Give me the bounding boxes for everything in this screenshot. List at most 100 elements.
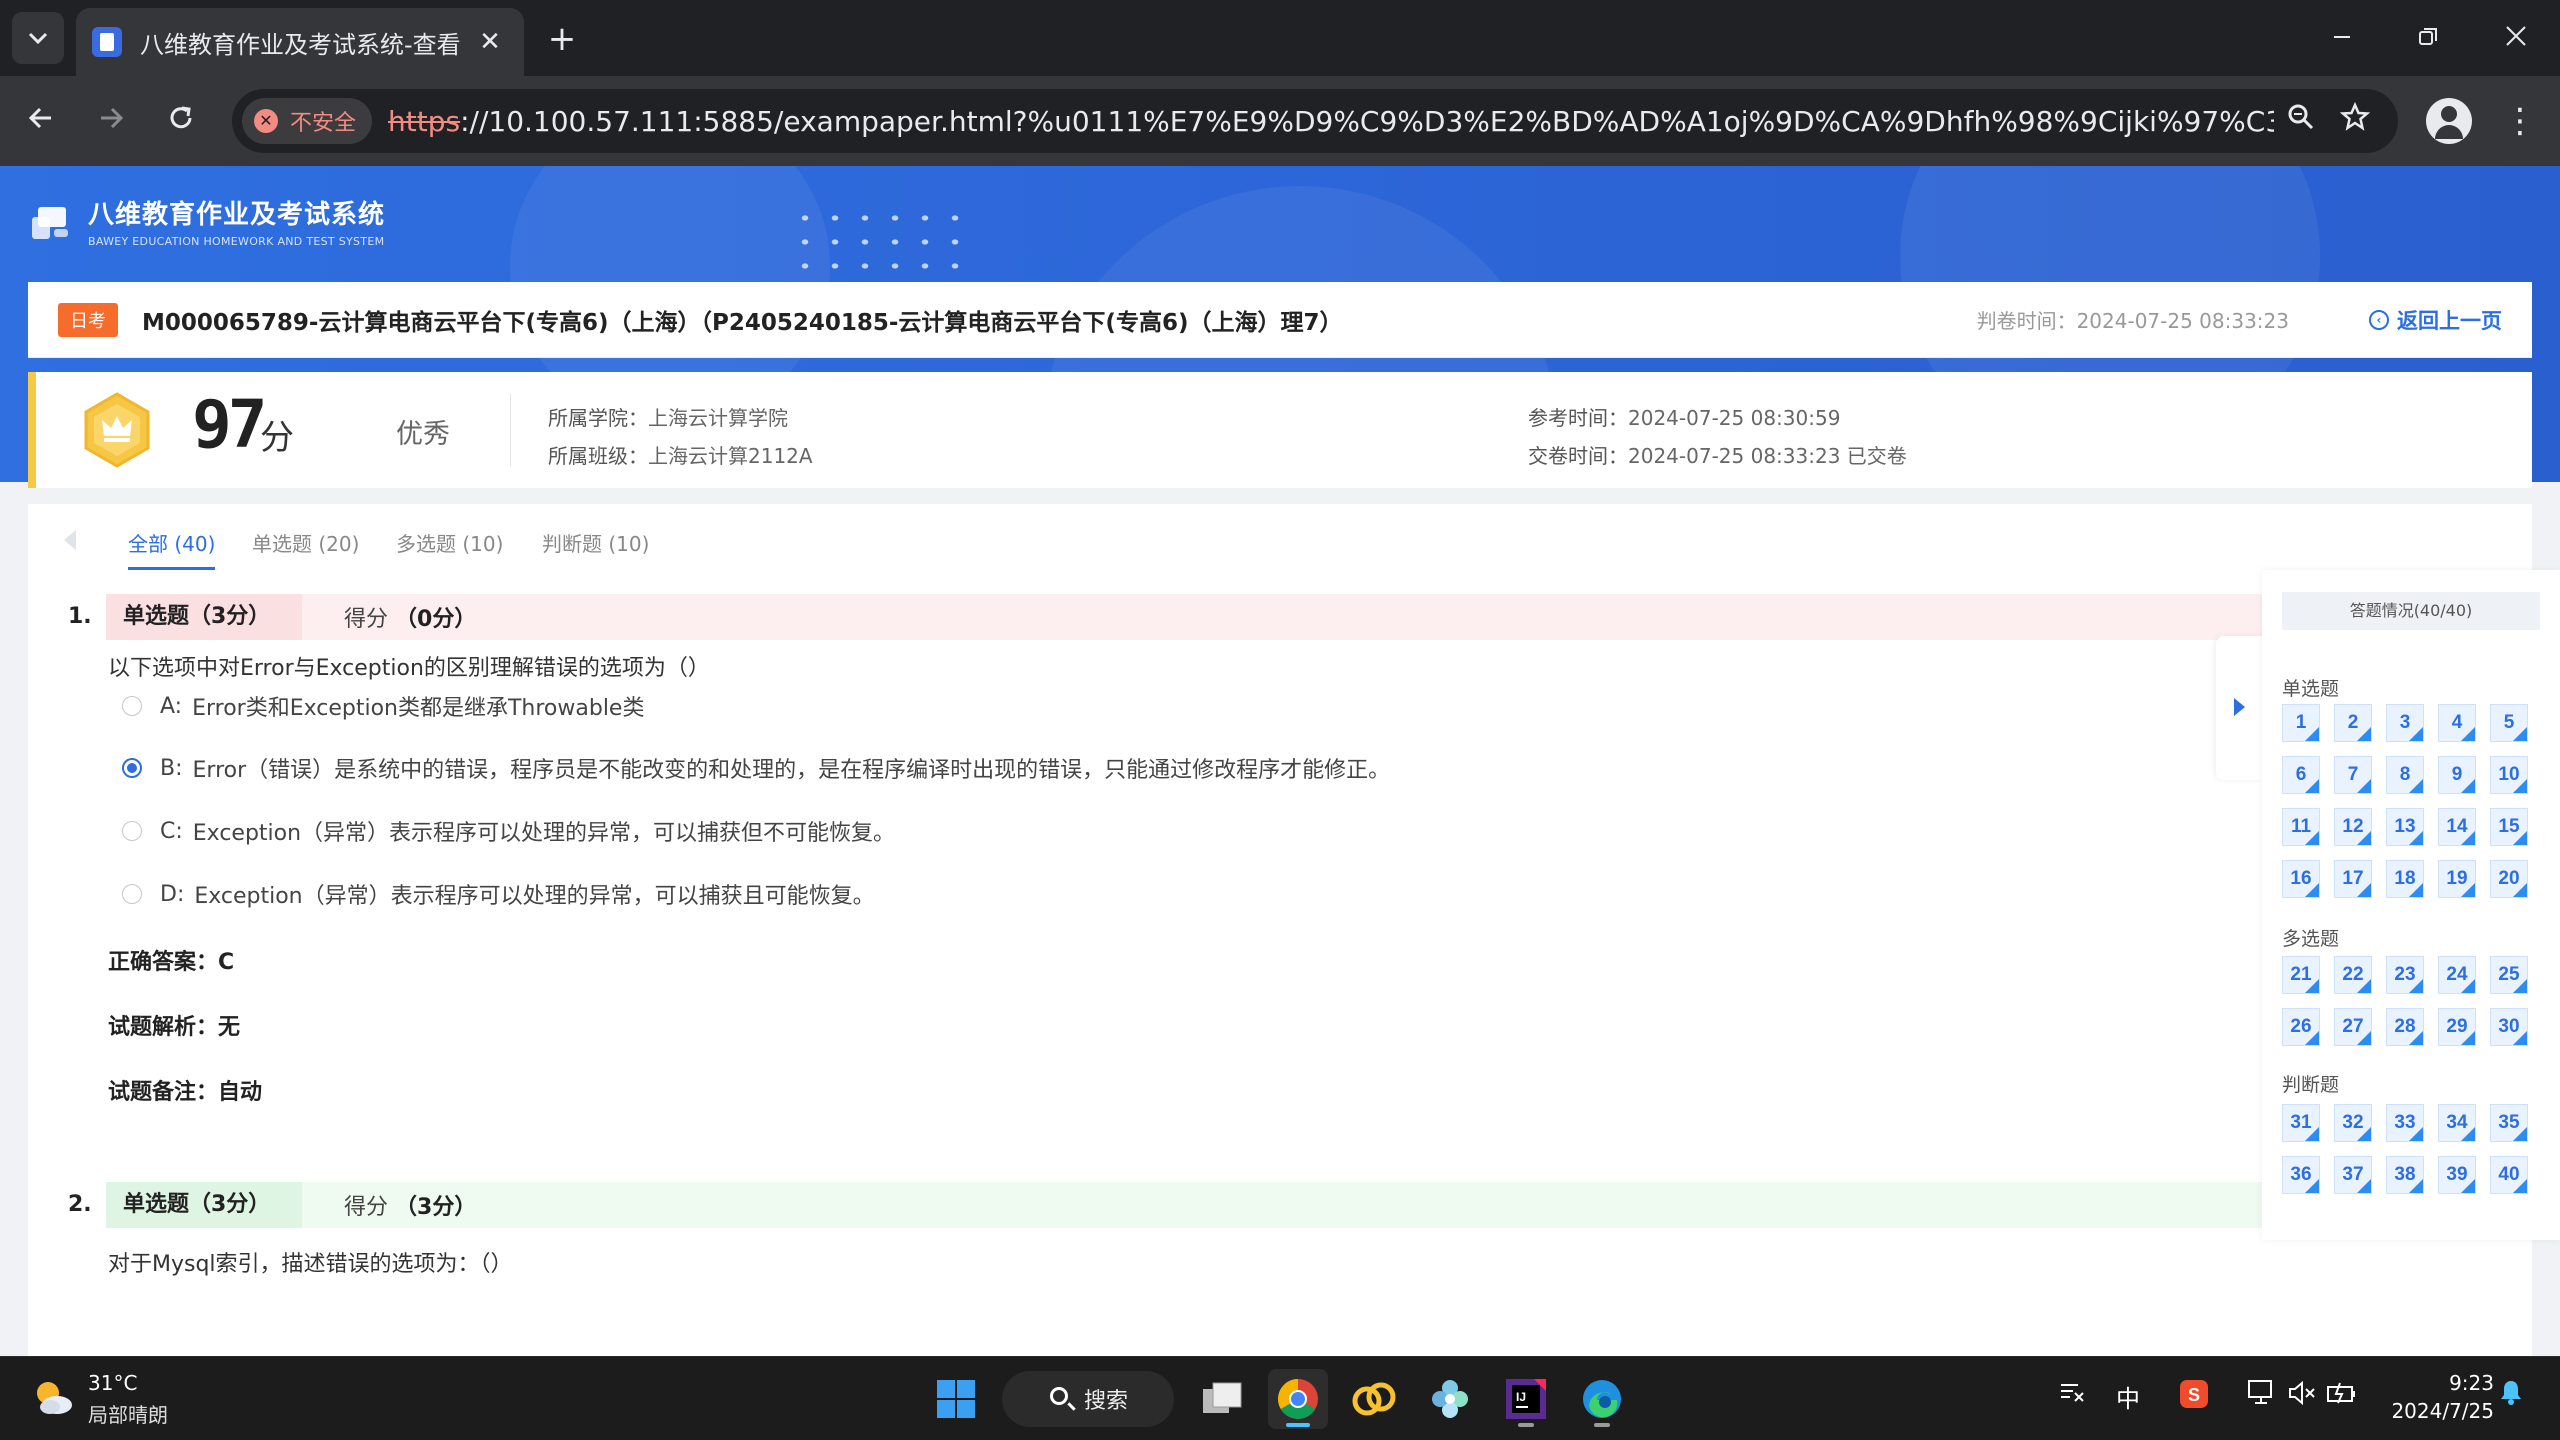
back-button[interactable] xyxy=(16,96,66,146)
answer-sheet-question-10[interactable]: 10 xyxy=(2490,756,2528,794)
answer-sheet-question-30[interactable]: 30 xyxy=(2490,1008,2528,1046)
taskbar-baidu-netdisk[interactable] xyxy=(1344,1369,1404,1429)
ime-options-icon[interactable] xyxy=(2052,1379,2092,1413)
answer-sheet-question-33[interactable]: 33 xyxy=(2386,1104,2424,1142)
taskbar-search[interactable]: 搜索 xyxy=(1002,1371,1174,1427)
answer-sheet-question-20[interactable]: 20 xyxy=(2490,860,2528,898)
address-bar[interactable]: ✕ 不安全 https://10.100.57.111:5885/exampap… xyxy=(232,89,2398,153)
arrow-left-icon xyxy=(28,107,51,129)
notification-bell-icon[interactable] xyxy=(2494,1379,2528,1411)
battery-icon[interactable] xyxy=(2322,1379,2362,1413)
network-icon[interactable] xyxy=(2242,1379,2282,1413)
window-restore-button[interactable] xyxy=(2398,14,2458,62)
scroll-left-icon[interactable] xyxy=(64,530,76,550)
answer-sheet-question-29[interactable]: 29 xyxy=(2438,1008,2476,1046)
answer-sheet-question-38[interactable]: 38 xyxy=(2386,1156,2424,1194)
answer-sheet-question-5[interactable]: 5 xyxy=(2490,704,2528,742)
site-logo[interactable]: 八维教育作业及考试系统 BAWEY EDUCATION HOMEWORK AND… xyxy=(30,194,385,248)
tab-single-choice[interactable]: 单选题 (20) xyxy=(252,528,359,557)
answer-sheet-question-15[interactable]: 15 xyxy=(2490,808,2528,846)
answer-sheet-question-6[interactable]: 6 xyxy=(2282,756,2320,794)
answer-sheet-question-4[interactable]: 4 xyxy=(2438,704,2476,742)
answer-sheet-question-16[interactable]: 16 xyxy=(2282,860,2320,898)
answer-sheet-question-8[interactable]: 8 xyxy=(2386,756,2424,794)
url-text[interactable]: https://10.100.57.111:5885/exampaper.htm… xyxy=(388,105,2274,138)
answer-sheet-question-3[interactable]: 3 xyxy=(2386,704,2424,742)
radio-icon[interactable] xyxy=(122,821,142,841)
task-view-button[interactable] xyxy=(1192,1369,1252,1429)
answer-sheet-question-26[interactable]: 26 xyxy=(2282,1008,2320,1046)
window-close-button[interactable] xyxy=(2486,14,2546,62)
option-c[interactable]: C: Exception（异常）表示程序可以处理的异常，可以捕获但不可能恢复。 xyxy=(122,815,895,847)
radio-icon[interactable] xyxy=(122,696,142,716)
tab-search-button[interactable] xyxy=(12,12,64,64)
partly-sunny-icon[interactable] xyxy=(30,1375,76,1421)
bookmark-star-icon[interactable] xyxy=(2328,101,2382,140)
answer-sheet-question-14[interactable]: 14 xyxy=(2438,808,2476,846)
answer-sheet-question-12[interactable]: 12 xyxy=(2334,808,2372,846)
svg-text:S: S xyxy=(2188,1385,2200,1405)
back-to-previous-link[interactable]: ‹ 返回上一页 xyxy=(2369,305,2502,335)
browser-tab-strip: 八维教育作业及考试系统-查看 ✕ + xyxy=(0,0,2560,76)
security-indicator[interactable]: ✕ 不安全 xyxy=(242,98,373,144)
taskbar-edge[interactable] xyxy=(1572,1369,1632,1429)
volume-muted-icon[interactable] xyxy=(2282,1379,2322,1413)
tab-close-icon[interactable]: ✕ xyxy=(472,27,508,57)
answer-sheet-question-23[interactable]: 23 xyxy=(2386,956,2424,994)
answer-sheet-question-24[interactable]: 24 xyxy=(2438,956,2476,994)
clock-time[interactable]: 9:23 xyxy=(2424,1371,2494,1395)
forward-button[interactable] xyxy=(86,96,136,146)
reload-button[interactable] xyxy=(156,96,206,146)
answer-sheet-toggle[interactable] xyxy=(2216,636,2264,780)
answer-sheet-question-27[interactable]: 27 xyxy=(2334,1008,2372,1046)
answer-sheet-question-39[interactable]: 39 xyxy=(2438,1156,2476,1194)
option-a[interactable]: A: Error类和Exception类都是继承Throwable类 xyxy=(122,690,644,722)
clock-date[interactable]: 2024/7/25 xyxy=(2364,1399,2494,1423)
profile-avatar-icon[interactable] xyxy=(2426,98,2472,144)
option-b-selected[interactable]: B: Error（错误）是系统中的错误，程序员是不能改变的和处理的，是在程序编译时… xyxy=(122,752,1390,784)
flower-app-icon xyxy=(1432,1380,1468,1418)
answer-sheet-question-19[interactable]: 19 xyxy=(2438,860,2476,898)
answer-sheet-question-7[interactable]: 7 xyxy=(2334,756,2372,794)
tab-all[interactable]: 全部 (40) xyxy=(128,528,216,570)
answer-sheet-question-36[interactable]: 36 xyxy=(2282,1156,2320,1194)
tab-multiple-choice[interactable]: 多选题 (10) xyxy=(396,528,503,557)
radio-checked-icon[interactable] xyxy=(122,758,142,778)
answer-sheet-question-1[interactable]: 1 xyxy=(2282,704,2320,742)
browser-tab-active[interactable]: 八维教育作业及考试系统-查看 ✕ xyxy=(76,8,524,76)
new-tab-button[interactable]: + xyxy=(540,18,584,62)
logo-icon xyxy=(30,199,74,243)
answer-sheet-question-31[interactable]: 31 xyxy=(2282,1104,2320,1142)
answer-sheet-question-34[interactable]: 34 xyxy=(2438,1104,2476,1142)
taskbar-intellij[interactable]: IJ xyxy=(1496,1369,1556,1429)
answer-sheet-question-9[interactable]: 9 xyxy=(2438,756,2476,794)
answer-sheet-question-37[interactable]: 37 xyxy=(2334,1156,2372,1194)
option-d[interactable]: D: Exception（异常）表示程序可以处理的异常，可以捕获且可能恢复。 xyxy=(122,878,875,910)
answer-sheet-question-32[interactable]: 32 xyxy=(2334,1104,2372,1142)
answer-sheet-question-40[interactable]: 40 xyxy=(2490,1156,2528,1194)
taskbar-chrome[interactable] xyxy=(1268,1369,1328,1429)
start-button[interactable] xyxy=(926,1369,986,1429)
radio-icon[interactable] xyxy=(122,884,142,904)
answer-sheet-question-11[interactable]: 11 xyxy=(2282,808,2320,846)
zoom-icon[interactable] xyxy=(2274,103,2328,139)
weather-description[interactable]: 局部晴朗 xyxy=(88,1399,168,1428)
tab-true-false[interactable]: 判断题 (10) xyxy=(542,528,649,557)
taskbar-app-flower[interactable] xyxy=(1420,1369,1480,1429)
more-menu-icon[interactable]: ⋮ xyxy=(2498,96,2542,146)
answer-sheet-question-28[interactable]: 28 xyxy=(2386,1008,2424,1046)
answer-sheet-question-21[interactable]: 21 xyxy=(2282,956,2320,994)
sogou-input-icon[interactable]: S xyxy=(2174,1379,2214,1415)
score-level: 优秀 xyxy=(396,419,450,450)
answer-sheet-question-18[interactable]: 18 xyxy=(2386,860,2424,898)
search-icon xyxy=(1050,1387,1068,1405)
answer-sheet-question-13[interactable]: 13 xyxy=(2386,808,2424,846)
answer-sheet-question-2[interactable]: 2 xyxy=(2334,704,2372,742)
answer-sheet-question-35[interactable]: 35 xyxy=(2490,1104,2528,1142)
answer-sheet-question-25[interactable]: 25 xyxy=(2490,956,2528,994)
answer-sheet-question-22[interactable]: 22 xyxy=(2334,956,2372,994)
answer-sheet-question-17[interactable]: 17 xyxy=(2334,860,2372,898)
window-minimize-button[interactable] xyxy=(2312,14,2372,62)
ime-mode-indicator[interactable]: 中 xyxy=(2108,1379,2148,1414)
weather-temperature[interactable]: 31°C xyxy=(88,1371,137,1395)
